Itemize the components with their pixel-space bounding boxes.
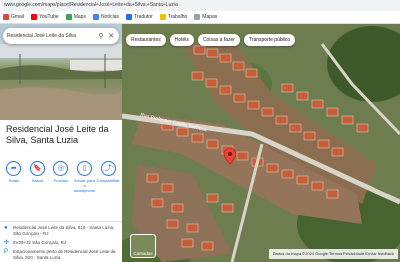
parking-icon: P bbox=[4, 249, 9, 255]
bookmark-favicon-icon bbox=[65, 14, 72, 20]
layers-button[interactable]: Camadas bbox=[130, 234, 156, 258]
close-icon[interactable]: ✕ bbox=[107, 32, 115, 40]
layers-label: Camadas bbox=[133, 251, 153, 256]
plus-code-row[interactable]: ✣ 5V26+J2 São Gonçalo, RJ bbox=[4, 240, 118, 246]
action-label: Compartilhar bbox=[96, 178, 120, 183]
action-label: Enviar para o smartphone bbox=[74, 178, 96, 193]
search-icon[interactable]: ⚲ bbox=[97, 32, 105, 40]
bookmark-label: Gmail bbox=[11, 14, 25, 20]
nearby-row[interactable]: P Estacionamento perto de Residencial Jo… bbox=[4, 249, 118, 261]
category-chip[interactable]: Restaurantes bbox=[126, 34, 166, 46]
nearby-icon: ◎ bbox=[53, 161, 69, 176]
action-phone-button[interactable]: ▯ Enviar para o smartphone bbox=[73, 161, 97, 193]
address-row[interactable]: ● Residencial José Leite da Silva, 810 -… bbox=[4, 225, 118, 237]
divider bbox=[0, 221, 122, 222]
bookmark-favicon-icon bbox=[194, 14, 201, 20]
bookmark-favicon-icon bbox=[92, 14, 99, 20]
share-icon: ⤴ bbox=[100, 161, 116, 176]
bookmark-item[interactable]: Gmail bbox=[3, 14, 24, 20]
place-title: Residencial José Leite da Silva, Santa L… bbox=[6, 124, 109, 145]
bookmark-item[interactable]: YouTube bbox=[31, 14, 59, 20]
plus-code-text: 5V26+J2 São Gonçalo, RJ bbox=[13, 240, 67, 245]
satellite-imagery: Rua Professor Castro Barbosa bbox=[122, 24, 400, 262]
search-box[interactable]: Residencial José Leite da Silva ⚲ ✕ bbox=[3, 28, 119, 44]
bookmark-icon: 🔖 bbox=[29, 161, 45, 176]
action-nearby-button[interactable]: ◎ Próximo bbox=[49, 161, 73, 193]
bookmark-favicon-icon bbox=[31, 14, 38, 20]
category-chip[interactable]: Hotéis bbox=[169, 34, 194, 46]
action-directions-button[interactable]: ➦ Rotas bbox=[2, 161, 26, 193]
bookmark-label: Notícias bbox=[100, 14, 120, 20]
bookmark-favicon-icon bbox=[126, 14, 133, 20]
bookmark-item[interactable]: Tradutor bbox=[126, 14, 153, 20]
bookmark-favicon-icon bbox=[3, 14, 9, 20]
map-footer: Dados do mapa ©2024 Google Termos Privac… bbox=[268, 249, 398, 259]
nearby-text: Estacionamento perto de Residencial José… bbox=[13, 249, 116, 260]
category-chips: Restaurantes Hotéis Coisas a fazer Transpor… bbox=[126, 34, 296, 46]
bookmark-item[interactable]: Mapas bbox=[194, 14, 217, 20]
search-input[interactable]: Residencial José Leite da Silva bbox=[7, 33, 95, 39]
bookmark-item[interactable]: Maps bbox=[65, 14, 86, 20]
bookmark-label: YouTube bbox=[39, 14, 59, 20]
bookmark-label: Maps bbox=[73, 14, 86, 20]
category-chip[interactable]: Transporte público bbox=[243, 34, 296, 46]
location-pin-icon: ● bbox=[4, 225, 8, 231]
map-view[interactable]: Rua Professor Castro Barbosa Restaurante… bbox=[122, 24, 400, 262]
address-bar[interactable]: www.google.com/maps/place/Residencial+Jo… bbox=[0, 0, 400, 11]
place-panel: Residencial José Leite da Silva ⚲ ✕ Resi… bbox=[0, 24, 123, 262]
plus-code-icon: ✣ bbox=[4, 240, 10, 246]
directions-icon: ➦ bbox=[6, 161, 22, 176]
phone-icon: ▯ bbox=[77, 161, 93, 176]
bookmark-item[interactable]: Notícias bbox=[92, 14, 120, 20]
bookmark-favicon-icon bbox=[159, 14, 166, 20]
address-text: Residencial José Leite da Silva, 810 - S… bbox=[13, 225, 115, 236]
category-chip[interactable]: Coisas a fazer bbox=[197, 34, 240, 46]
action-buttons: ➦ Rotas 🔖 Salvar ◎ Próximo ▯ Enviar para o smar… bbox=[2, 161, 120, 193]
action-bookmark-button[interactable]: 🔖 Salvar bbox=[26, 161, 50, 193]
action-label: Salvar bbox=[31, 178, 44, 183]
bookmark-label: Mapas bbox=[202, 14, 218, 20]
bookmark-label: Trabalho bbox=[167, 14, 188, 20]
bookmarks-bar: Gmail YouTube Maps Notícias Tradutor Trabalho… bbox=[0, 11, 400, 24]
bookmark-label: Tradutor bbox=[134, 14, 153, 20]
bookmark-item[interactable]: Trabalho bbox=[159, 14, 188, 20]
action-share-button[interactable]: ⤴ Compartilhar bbox=[96, 161, 120, 193]
action-label: Próximo bbox=[53, 178, 69, 183]
action-label: Rotas bbox=[8, 178, 20, 183]
